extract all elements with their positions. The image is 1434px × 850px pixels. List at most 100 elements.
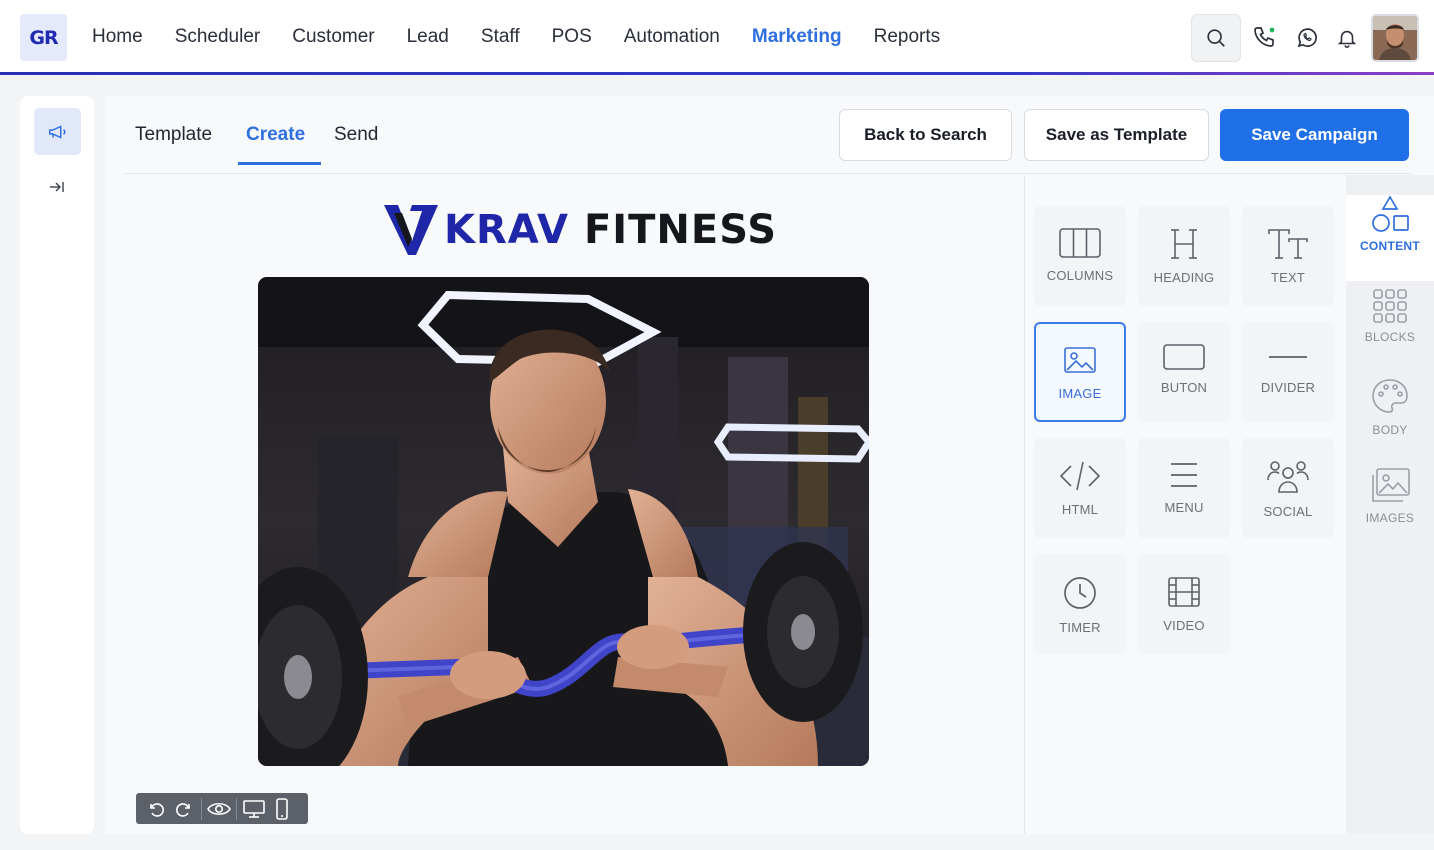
tab-template[interactable]: Template	[135, 124, 212, 146]
back-to-search-button[interactable]: Back to Search	[839, 109, 1012, 161]
desktop-view-button[interactable]	[240, 797, 268, 821]
side-tab-body[interactable]: BODY	[1346, 377, 1434, 463]
side-tab-label: BODY	[1372, 423, 1408, 437]
image-icon	[1064, 347, 1096, 373]
tool-label: VIDEO	[1163, 618, 1205, 633]
tool-html[interactable]: HTML	[1034, 438, 1126, 538]
tool-label: BUTON	[1160, 380, 1208, 395]
top-nav-bar: GR Home Scheduler Customer Lead Staff PO…	[0, 0, 1434, 72]
nav-item-lead[interactable]: Lead	[407, 26, 449, 48]
columns-icon	[1059, 228, 1101, 258]
tool-label: TEXT	[1270, 270, 1306, 285]
preview-toolbar	[136, 793, 308, 824]
heading-icon	[1171, 229, 1197, 259]
redo-icon	[176, 802, 190, 817]
side-tab-images[interactable]: IMAGES	[1346, 467, 1434, 553]
bell-icon	[1337, 30, 1357, 48]
phone-button[interactable]	[1240, 14, 1288, 62]
app-logo[interactable]: GR	[20, 14, 67, 61]
tool-label: SOCIAL	[1263, 504, 1313, 519]
images-icon	[1372, 468, 1410, 502]
avatar[interactable]	[1371, 14, 1419, 62]
mobile-icon	[276, 797, 288, 820]
toolbar-divider	[201, 797, 202, 820]
mobile-view-button[interactable]	[268, 797, 296, 821]
preview-button[interactable]	[205, 797, 233, 821]
campaign-nav-button[interactable]	[34, 108, 81, 155]
tool-menu[interactable]: MENU	[1138, 438, 1230, 538]
grid-icon	[1373, 289, 1407, 323]
tab-send[interactable]: Send	[334, 124, 378, 146]
text-icon	[1268, 229, 1308, 259]
gym-photo	[258, 277, 869, 766]
save-as-template-button[interactable]: Save as Template	[1024, 109, 1209, 161]
panel-divider	[1024, 175, 1025, 834]
whatsapp-icon	[1297, 28, 1317, 48]
brand-wordmark-fitness: FITNESS	[583, 207, 778, 253]
code-icon	[1059, 461, 1101, 491]
side-tab-label: IMAGES	[1365, 511, 1415, 525]
tool-heading[interactable]: HEADING	[1138, 206, 1230, 306]
shapes-icon	[1372, 195, 1409, 232]
brand-wordmark-krav: KRAV	[444, 207, 569, 253]
side-tab-blocks[interactable]: BLOCKS	[1346, 288, 1434, 374]
tool-columns[interactable]: COLUMNS	[1034, 206, 1126, 306]
search-button[interactable]	[1191, 14, 1241, 62]
top-nav-accent-line	[0, 72, 1434, 75]
nav-item-customer[interactable]: Customer	[292, 26, 374, 48]
desktop-icon	[243, 799, 265, 818]
nav-item-marketing[interactable]: Marketing	[752, 26, 842, 48]
nav-item-home[interactable]: Home	[92, 26, 143, 48]
tool-label: TIMER	[1059, 620, 1101, 635]
button-icon	[1163, 344, 1205, 370]
tool-label: COLUMNS	[1046, 268, 1114, 283]
expand-arrow-icon	[50, 182, 64, 192]
undo-icon	[150, 802, 164, 817]
palette-icon	[1372, 379, 1408, 413]
nav-item-staff[interactable]: Staff	[481, 26, 520, 48]
tool-text[interactable]: TEXT	[1242, 206, 1334, 306]
phone-icon	[1254, 27, 1275, 47]
tool-divider[interactable]: DIVIDER	[1242, 322, 1334, 422]
undo-button[interactable]	[142, 797, 170, 821]
tool-image[interactable]: IMAGE	[1034, 322, 1126, 422]
tool-timer[interactable]: TIMER	[1034, 554, 1126, 654]
nav-item-pos[interactable]: POS	[552, 26, 592, 48]
brand-logo[interactable]: KRAV FITNESS	[382, 201, 776, 261]
left-rail	[20, 96, 94, 834]
editor-tabs: Template Create Send Back to Search Save…	[124, 96, 1412, 174]
tool-button[interactable]: BUTON	[1138, 322, 1230, 422]
side-tab-label: BLOCKS	[1364, 330, 1416, 344]
search-icon	[1207, 29, 1225, 47]
users-icon	[1267, 461, 1309, 493]
divider-icon	[1269, 356, 1307, 358]
side-tab-label: CONTENT	[1359, 239, 1421, 253]
toolbar-divider	[236, 797, 237, 820]
clock-icon	[1064, 577, 1096, 609]
film-icon	[1168, 577, 1200, 607]
menu-icon	[1171, 463, 1197, 487]
tool-video[interactable]: VIDEO	[1138, 554, 1230, 654]
save-campaign-button[interactable]: Save Campaign	[1220, 109, 1409, 161]
email-canvas[interactable]: KRAV FITNESS	[124, 175, 1024, 834]
side-tab-content[interactable]: CONTENT	[1346, 195, 1434, 281]
tool-label: IMAGE	[1058, 386, 1102, 401]
user-photo	[1373, 16, 1417, 60]
krav-logo-mark-icon	[384, 205, 438, 255]
redo-button[interactable]	[170, 797, 198, 821]
app-logo-text: GR	[29, 26, 58, 49]
tab-create[interactable]: Create	[246, 124, 305, 146]
nav-item-automation[interactable]: Automation	[624, 26, 720, 48]
tool-social[interactable]: SOCIAL	[1242, 438, 1334, 538]
megaphone-icon	[48, 124, 65, 139]
nav-item-scheduler[interactable]: Scheduler	[175, 26, 261, 48]
tool-label: MENU	[1164, 500, 1204, 515]
expand-sidebar-button[interactable]	[46, 176, 68, 198]
brand-wordmark: KRAV FITNESS	[444, 207, 777, 253]
notifications-button[interactable]	[1323, 14, 1371, 62]
active-tab-indicator	[238, 162, 321, 165]
editor-side-tabs: CONTENT BLOCKS BODY IMAGES	[1346, 175, 1434, 834]
tool-label: HEADING	[1153, 270, 1215, 285]
hero-image[interactable]	[258, 277, 869, 766]
nav-item-reports[interactable]: Reports	[874, 26, 941, 48]
